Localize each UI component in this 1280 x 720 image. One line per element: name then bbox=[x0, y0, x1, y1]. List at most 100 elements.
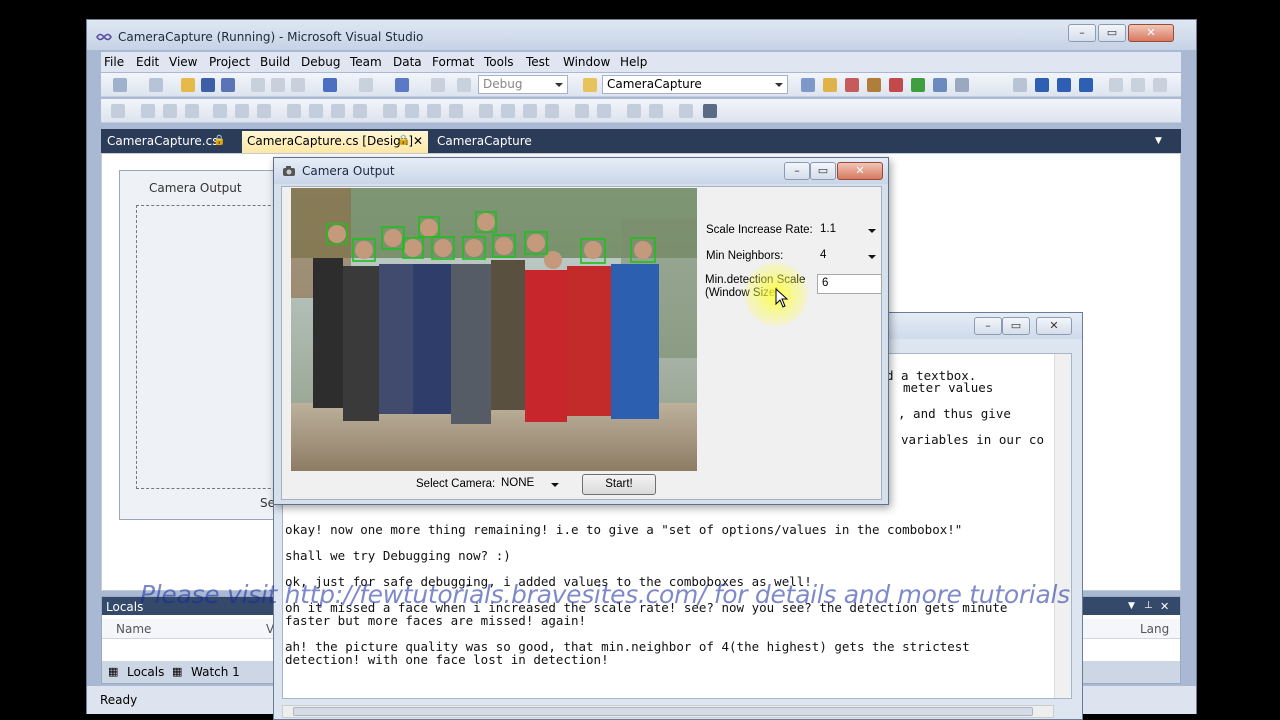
team-explorer-icon[interactable] bbox=[933, 78, 947, 92]
vertical-spacing-equal-icon[interactable] bbox=[479, 104, 493, 118]
min-detection-scale-input[interactable]: 6 bbox=[817, 274, 882, 294]
stop-debugging-icon[interactable] bbox=[1057, 78, 1071, 92]
center-vertically-icon[interactable] bbox=[597, 104, 611, 118]
send-to-back-icon[interactable] bbox=[649, 104, 663, 118]
menu-edit[interactable]: Edit bbox=[136, 55, 159, 69]
minimize-button[interactable]: – bbox=[1068, 24, 1096, 42]
save-all-icon[interactable] bbox=[221, 78, 235, 92]
tab-close-icon[interactable]: ✕ bbox=[413, 134, 423, 148]
lock-controls-icon[interactable] bbox=[679, 104, 693, 118]
align-centers-icon[interactable] bbox=[163, 104, 177, 118]
open-file-icon[interactable] bbox=[181, 78, 195, 92]
camera-minimize-button[interactable]: – bbox=[784, 162, 810, 180]
tab-locals[interactable]: Locals bbox=[127, 665, 164, 679]
find-combo[interactable]: CameraCapture bbox=[602, 75, 788, 94]
navigate-backward-icon[interactable] bbox=[395, 78, 409, 92]
remove-horizontal-spacing-icon[interactable] bbox=[449, 104, 463, 118]
column-name[interactable]: Name bbox=[116, 622, 151, 636]
designer-picturebox[interactable] bbox=[136, 205, 286, 489]
notes-minimize-button[interactable]: – bbox=[974, 317, 1002, 335]
tab-order-icon[interactable] bbox=[703, 104, 717, 118]
size-to-grid-icon[interactable] bbox=[309, 104, 323, 118]
camera-close-button[interactable]: ✕ bbox=[837, 162, 883, 180]
toolbox-icon[interactable] bbox=[867, 78, 881, 92]
paste-icon[interactable] bbox=[291, 78, 305, 92]
show-next-statement-icon[interactable] bbox=[1109, 78, 1123, 92]
increase-vertical-spacing-icon[interactable] bbox=[501, 104, 515, 118]
menu-file[interactable]: File bbox=[104, 55, 124, 69]
menu-project[interactable]: Project bbox=[209, 55, 250, 69]
align-to-grid-icon[interactable] bbox=[111, 104, 125, 118]
redo-icon[interactable] bbox=[359, 78, 373, 92]
navigate-forward-icon[interactable] bbox=[431, 78, 445, 92]
add-item-icon[interactable] bbox=[149, 78, 163, 92]
notes-horizontal-scrollbar[interactable] bbox=[282, 705, 1054, 718]
menu-build[interactable]: Build bbox=[260, 55, 290, 69]
menu-format[interactable]: Format bbox=[432, 55, 474, 69]
object-browser-icon[interactable] bbox=[845, 78, 859, 92]
notes-maximize-button[interactable]: ▭ bbox=[1002, 317, 1030, 335]
menu-team[interactable]: Team bbox=[350, 55, 382, 69]
solution-explorer-icon[interactable] bbox=[801, 78, 815, 92]
solution-configuration-combo[interactable]: Debug bbox=[478, 75, 568, 94]
step-over-icon[interactable] bbox=[1153, 78, 1167, 92]
remove-vertical-spacing-icon[interactable] bbox=[545, 104, 559, 118]
make-same-height-icon[interactable] bbox=[331, 104, 345, 118]
tab-list-dropdown-icon[interactable]: ▼ bbox=[1155, 136, 1162, 146]
tab-cameracapture-cs[interactable]: CameraCapture.cs bbox=[107, 134, 218, 148]
camera-maximize-button[interactable]: ▭ bbox=[810, 162, 836, 180]
horizontal-spacing-equal-icon[interactable] bbox=[383, 104, 397, 118]
undo-icon[interactable] bbox=[323, 78, 337, 92]
decrease-horizontal-spacing-icon[interactable] bbox=[427, 104, 441, 118]
start-debugging-icon[interactable] bbox=[457, 78, 471, 92]
pin-icon[interactable]: ⊥ bbox=[1144, 600, 1153, 611]
tab-cameracapture[interactable]: CameraCapture bbox=[437, 134, 532, 148]
notes-scroll-thumb[interactable] bbox=[293, 707, 1033, 716]
continue-icon[interactable] bbox=[1013, 78, 1027, 92]
menu-tools[interactable]: Tools bbox=[484, 55, 514, 69]
copy-icon[interactable] bbox=[271, 78, 285, 92]
align-rights-icon[interactable] bbox=[185, 104, 199, 118]
menu-debug[interactable]: Debug bbox=[301, 55, 340, 69]
menu-test[interactable]: Test bbox=[526, 55, 550, 69]
increase-horizontal-spacing-icon[interactable] bbox=[405, 104, 419, 118]
notes-close-button[interactable]: ✕ bbox=[1036, 317, 1072, 335]
tab-cameracapture-design[interactable]: CameraCapture.cs [Design] bbox=[247, 134, 413, 148]
close-button[interactable]: ✕ bbox=[1128, 24, 1174, 42]
column-type[interactable]: Lang bbox=[1140, 622, 1169, 636]
restart-icon[interactable] bbox=[1079, 78, 1093, 92]
extension-manager-icon[interactable] bbox=[911, 78, 925, 92]
start-page-icon[interactable] bbox=[889, 78, 903, 92]
tab-watch-1[interactable]: Watch 1 bbox=[191, 665, 240, 679]
align-bottoms-icon[interactable] bbox=[257, 104, 271, 118]
save-icon[interactable] bbox=[201, 78, 215, 92]
start-button[interactable]: Start! bbox=[582, 474, 656, 495]
align-middles-icon[interactable] bbox=[235, 104, 249, 118]
menu-window[interactable]: Window bbox=[563, 55, 610, 69]
step-into-icon[interactable] bbox=[1131, 78, 1145, 92]
align-tops-icon[interactable] bbox=[213, 104, 227, 118]
select-camera-combo[interactable]: NONE bbox=[496, 474, 564, 494]
decrease-vertical-spacing-icon[interactable] bbox=[523, 104, 537, 118]
center-horizontally-icon[interactable] bbox=[575, 104, 589, 118]
panel-close-icon[interactable]: ✕ bbox=[1160, 600, 1169, 613]
break-all-icon[interactable] bbox=[1035, 78, 1049, 92]
properties-icon[interactable] bbox=[823, 78, 837, 92]
cut-icon[interactable] bbox=[251, 78, 265, 92]
window-position-icon[interactable]: ▼ bbox=[1128, 601, 1135, 611]
scale-increase-rate-combo[interactable]: 1.1 bbox=[815, 220, 881, 240]
notes-vertical-scrollbar[interactable] bbox=[1054, 354, 1071, 698]
new-project-icon[interactable] bbox=[113, 78, 127, 92]
menu-help[interactable]: Help bbox=[620, 55, 647, 69]
align-lefts-icon[interactable] bbox=[141, 104, 155, 118]
min-neighbors-combo[interactable]: 4 bbox=[815, 246, 881, 266]
designer-form[interactable]: Camera Output Se bbox=[119, 170, 299, 520]
maximize-button[interactable]: ▭ bbox=[1098, 24, 1126, 42]
find-in-files-icon[interactable] bbox=[583, 78, 597, 92]
bring-to-front-icon[interactable] bbox=[627, 104, 641, 118]
menu-view[interactable]: View bbox=[169, 55, 197, 69]
menu-data[interactable]: Data bbox=[393, 55, 422, 69]
make-same-width-icon[interactable] bbox=[287, 104, 301, 118]
make-same-size-icon[interactable] bbox=[353, 104, 367, 118]
command-window-icon[interactable] bbox=[955, 78, 969, 92]
